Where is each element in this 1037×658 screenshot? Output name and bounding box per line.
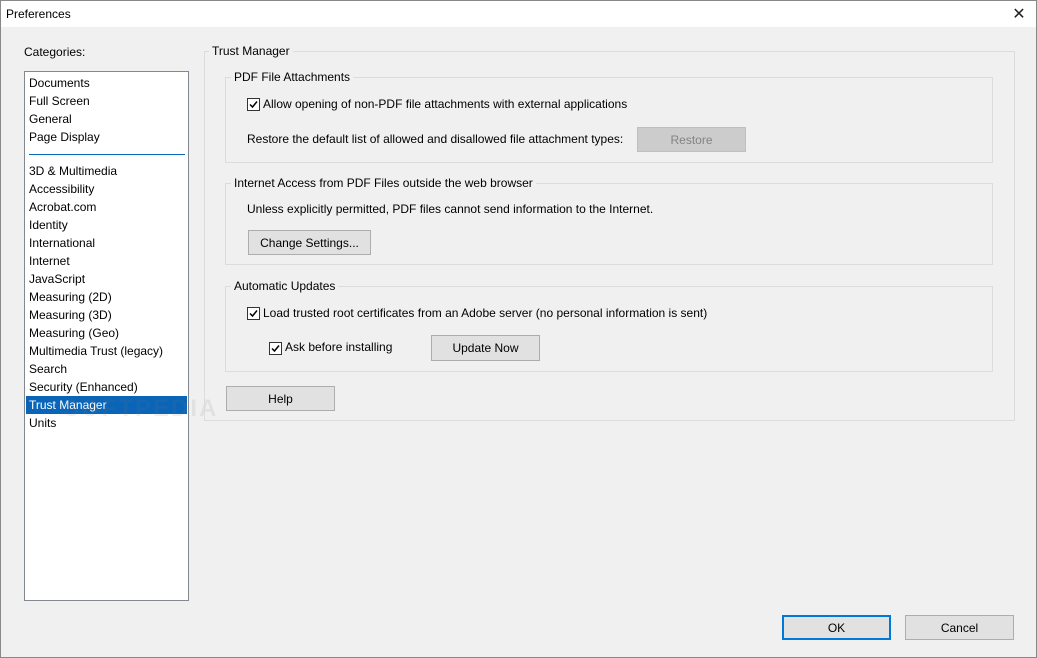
pdf-attachments-group (225, 77, 993, 163)
category-item[interactable]: Measuring (2D) (26, 288, 187, 306)
close-icon[interactable]: ✕ (1002, 1, 1036, 27)
category-item[interactable]: Full Screen (26, 92, 187, 110)
automatic-updates-group (225, 286, 993, 372)
internet-access-title: Internet Access from PDF Files outside t… (231, 176, 536, 190)
category-item[interactable]: Acrobat.com (26, 198, 187, 216)
ok-button[interactable]: OK (782, 615, 891, 640)
category-item[interactable]: Internet (26, 252, 187, 270)
category-item[interactable]: JavaScript (26, 270, 187, 288)
category-item[interactable]: Identity (26, 216, 187, 234)
categories-label: Categories: (24, 45, 86, 59)
category-item[interactable]: Multimedia Trust (legacy) (26, 342, 187, 360)
cancel-button[interactable]: Cancel (905, 615, 1014, 640)
restore-button[interactable]: Restore (637, 127, 746, 152)
restore-description: Restore the default list of allowed and … (247, 132, 624, 146)
category-item[interactable]: Trust Manager (26, 396, 187, 414)
allow-attachments-checkbox[interactable] (247, 98, 260, 111)
category-item[interactable]: Units (26, 414, 187, 432)
categories-list[interactable]: Documents Full Screen General Page Display 3… (24, 71, 189, 601)
category-separator (29, 154, 185, 155)
allow-attachments-label: Allow opening of non-PDF file attachment… (263, 97, 628, 111)
category-item[interactable]: General (26, 110, 187, 128)
category-item[interactable]: Documents (26, 74, 187, 92)
load-certificates-label: Load trusted root certificates from an A… (263, 306, 708, 320)
automatic-updates-title: Automatic Updates (231, 279, 339, 293)
category-item[interactable]: Search (26, 360, 187, 378)
checkmark-icon (271, 345, 280, 353)
checkmark-icon (249, 101, 258, 109)
internet-access-description: Unless explicitly permitted, PDF files c… (247, 202, 654, 216)
category-item[interactable]: Measuring (Geo) (26, 324, 187, 342)
checkmark-icon (249, 310, 258, 318)
category-item[interactable]: International (26, 234, 187, 252)
category-item[interactable]: 3D & Multimedia (26, 162, 187, 180)
category-item[interactable]: Measuring (3D) (26, 306, 187, 324)
pdf-attachments-title: PDF File Attachments (231, 70, 354, 84)
load-certificates-checkbox[interactable] (247, 307, 260, 320)
title-bar: Preferences ✕ (1, 1, 1036, 27)
category-item[interactable]: Page Display (26, 128, 187, 146)
category-item[interactable]: Security (Enhanced) (26, 378, 187, 396)
update-now-button[interactable]: Update Now (431, 335, 540, 361)
category-item[interactable]: Accessibility (26, 180, 187, 198)
ask-before-installing-label: Ask before installing (285, 340, 393, 354)
ask-before-installing-checkbox[interactable] (269, 342, 282, 355)
change-settings-button[interactable]: Change Settings... (248, 230, 371, 255)
window-title: Preferences (6, 7, 71, 21)
help-button[interactable]: Help (226, 386, 335, 411)
trust-manager-title: Trust Manager (209, 44, 293, 58)
preferences-dialog: Preferences ✕ Categories: Documents Full … (0, 0, 1037, 658)
